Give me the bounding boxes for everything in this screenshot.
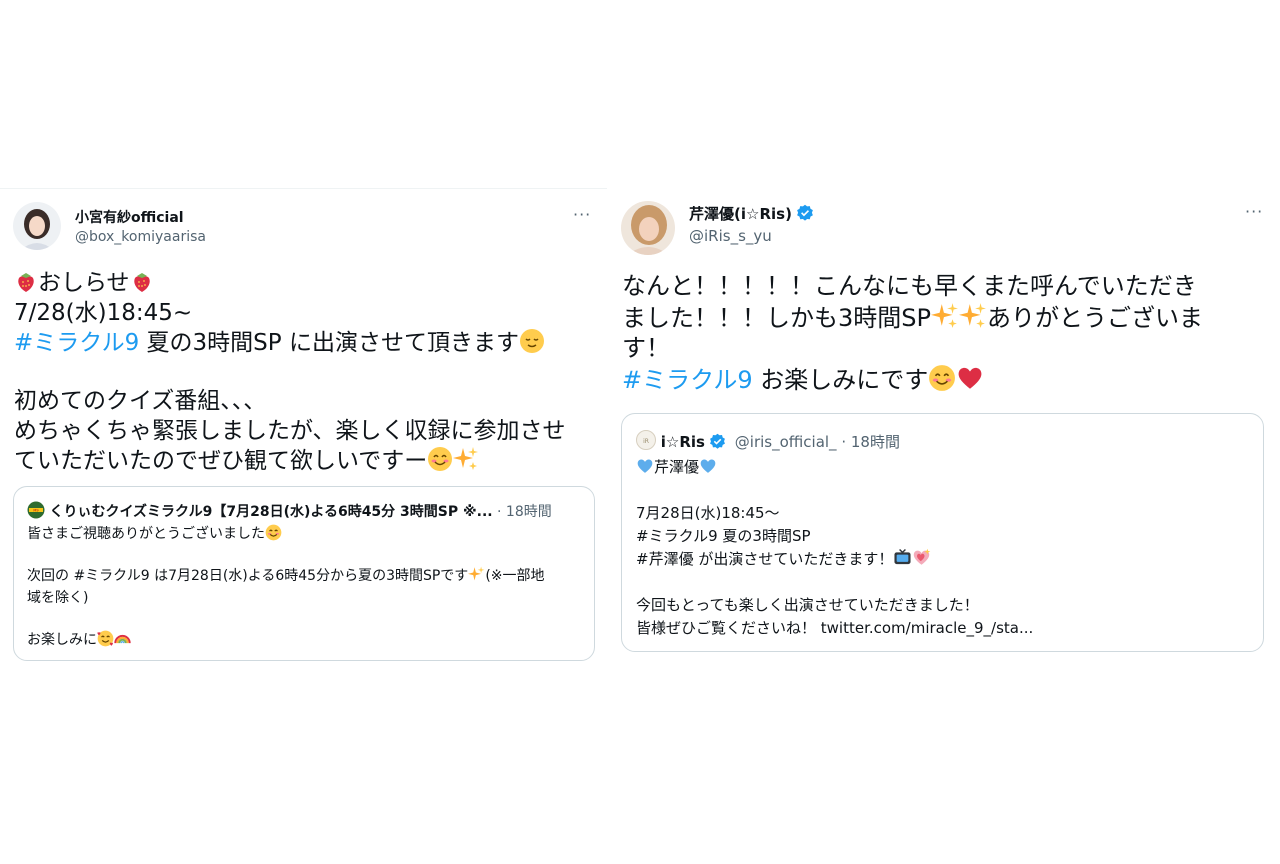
text-line[interactable]: 皆様ぜひご覧くださいね！ twitter.com/miracle_9_/sta.… [636,617,1033,640]
text-line: す！ [622,334,670,362]
quoted-text: 皆さまご視聴ありがとうございました 次回の #ミラクル9 は7月28日(水)よる… [27,524,545,651]
smiling-hearts-face-icon [97,630,114,654]
quoted-tweet[interactable]: M9 くりぃむクイズミラクル9【7月28日(水)よる6時45分 3時間SP ※.… [13,486,595,661]
smiling-face-icon [928,364,956,400]
verified-badge-icon [796,204,814,226]
text-line: 7/28(水)18:45~ [14,299,193,326]
user-avatar[interactable] [621,201,675,255]
hashtag-link[interactable]: #ミラクル9 [622,366,753,394]
display-name[interactable]: 芹澤優(i☆Ris) [689,205,792,223]
sparkles-icon [930,302,959,338]
svg-text:iR: iR [643,438,649,445]
quoted-tweet[interactable]: iR i☆Ris @iris_official_ · 18時間 芹澤優 7月28… [621,413,1264,652]
user-handle[interactable]: @iRis_s_yu [689,227,772,245]
text-line: おしらせ [38,270,130,296]
text-line: 7月28日(水)18:45～ [636,504,780,522]
text-line: (※一部地 [485,568,545,585]
rainbow-icon [114,630,131,654]
text-line: なんと！！！！！こんなにも早くまた呼んでいただき [622,272,1197,300]
text-line: 芹澤優 [654,458,700,476]
sparkles-icon [958,302,987,338]
tweet-text: おしらせ 7/28(水)18:45~ #ミラクル9 夏の3時間SP に出演させて… [14,269,566,476]
blue-heart-icon [636,457,654,482]
text-line: お楽しみにです [752,366,929,394]
text-line: 次回の #ミラクル9 は7月28日(水)よる6時45分から夏の3時間SPです [27,568,469,585]
text-line: めちゃくちゃ緊張しましたが、楽しく収録に参加させ [14,417,566,444]
user-handle[interactable]: @box_komiyaarisa [75,229,206,245]
text-line: 域を除く) [27,589,89,606]
iris-logo-icon: iR [636,430,656,454]
text-line: ました！！！しかも3時間SP [622,304,931,332]
text-line: お楽しみに [27,631,97,648]
text-line: #芹澤優 が出演させていただきます！ [636,550,894,568]
text-line: 夏の3時間SP に出演させて頂きます [139,330,519,356]
tweet-card-left[interactable]: 小宮有紗official @box_komiyaarisa ··· おしらせ 7… [0,188,607,669]
tweet-text: なんと！！！！！こんなにも早くまた呼んでいただき ました！！！しかも3時間SP あ… [622,271,1203,395]
text-line: 皆さまご視聴ありがとうございました [27,526,265,542]
sparkles-icon [468,566,485,590]
more-options-icon[interactable]: ··· [573,205,591,224]
smiling-face-icon [265,524,282,548]
strawberry-icon [130,270,154,303]
red-heart-icon [956,364,984,400]
smiling-face-icon [427,446,453,481]
display-name[interactable]: 小宮有紗official [75,207,184,227]
text-line: 今回もとっても楽しく出演させていただきました！ [636,596,979,614]
hashtag-link[interactable]: #ミラクル9 [14,330,139,356]
television-icon [893,548,912,574]
blue-heart-icon [699,457,717,482]
quoted-timestamp[interactable]: · 18時間 [493,504,552,520]
text-line: #ミラクル9 夏の3時間SP [636,527,811,545]
quoted-display-name[interactable]: くりぃむクイズミラクル9【7月28日(水)よる6時45分 3時間SP ※... [49,504,492,520]
quoted-handle-timestamp[interactable]: @iris_official_ · 18時間 [735,433,900,451]
text-line: ありがとうございま [986,304,1203,332]
display-name-row[interactable]: 芹澤優(i☆Ris) [689,203,814,226]
relieved-face-icon [519,328,545,363]
quoted-text: 芹澤優 7月28日(水)18:45～ #ミラクル9 夏の3時間SP #芹澤優 が… [636,456,1033,640]
svg-text:M9: M9 [33,509,38,513]
more-options-icon[interactable]: ··· [1245,202,1263,221]
sparkles-icon [453,446,479,481]
user-avatar[interactable] [13,202,61,250]
strawberry-icon [14,270,38,303]
quoted-display-name[interactable]: i☆Ris [661,433,705,451]
program-logo-icon: M9 [27,501,45,523]
text-line: ていただいたのでぜひ観て欲しいですー [14,448,428,474]
sparkling-heart-icon [912,548,931,574]
verified-badge-icon [709,433,726,454]
text-line: 初めてのクイズ番組、、、 [14,388,267,414]
tweet-card-right[interactable]: 芹澤優(i☆Ris) @iRis_s_yu ··· なんと！！！！！こんなにも早… [617,188,1280,668]
